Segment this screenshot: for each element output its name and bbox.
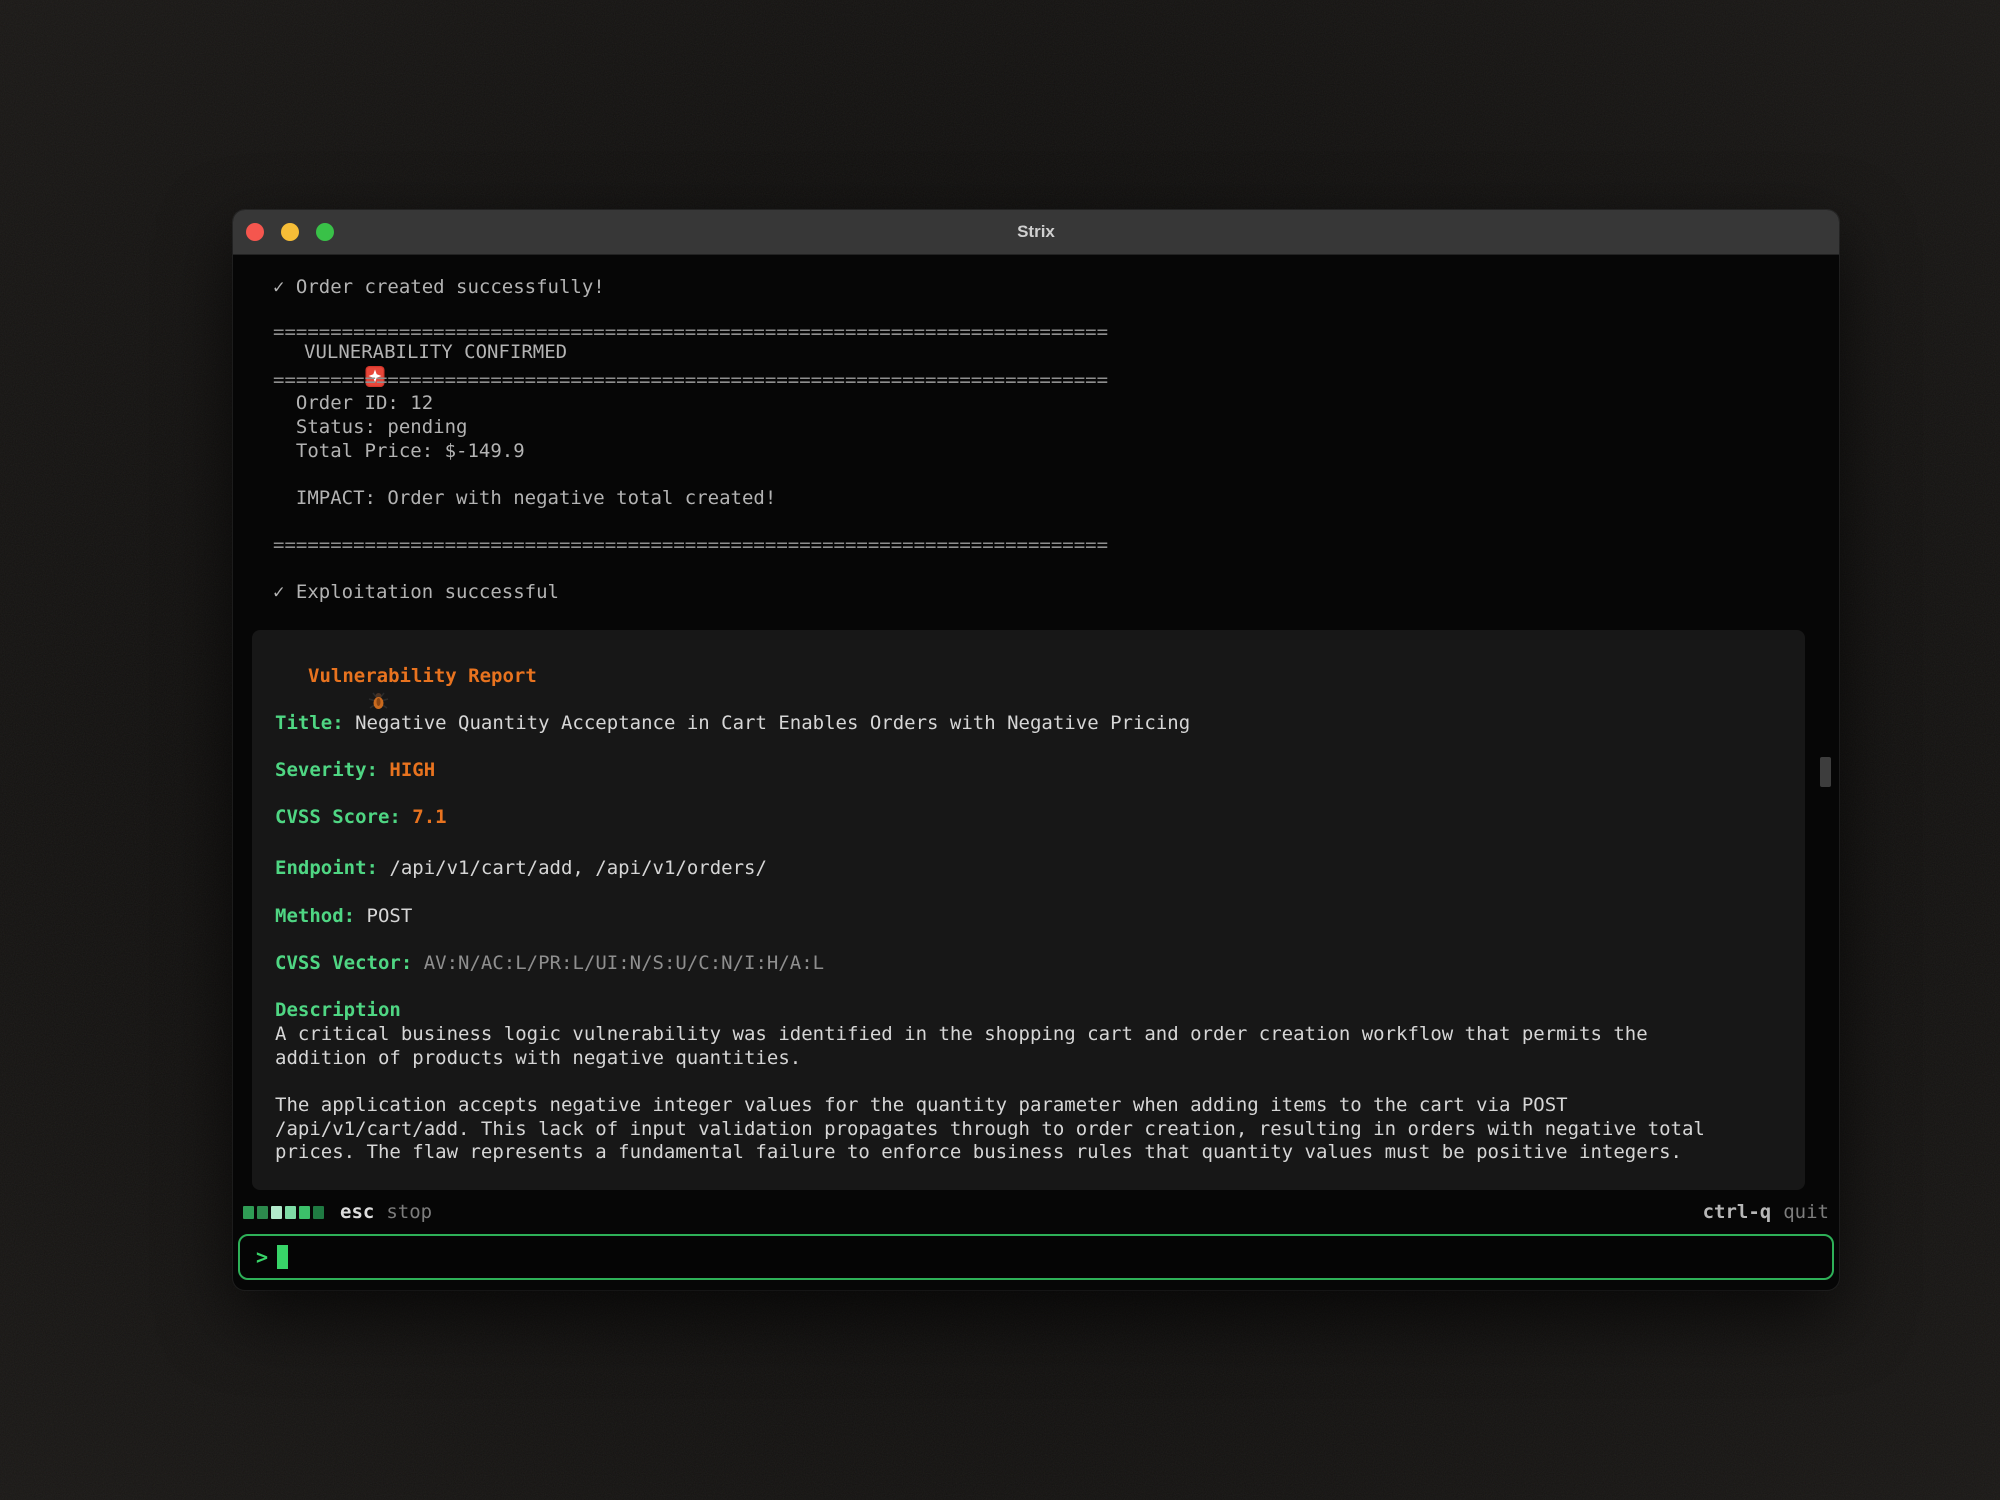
quit-key-hint[interactable]: ctrl-q [1703, 1201, 1772, 1223]
cvss-vector-label: CVSS Vector: [275, 952, 412, 974]
activity-spinner [243, 1206, 324, 1219]
separator-line: ========================================… [273, 533, 1108, 557]
esc-action-label: stop [386, 1201, 432, 1223]
report-header: Vulnerability Report [275, 664, 537, 688]
order-status-line: Status: pending [273, 415, 467, 439]
description-text: A critical business logic vulnerability … [275, 1022, 1648, 1046]
method-value: POST [367, 905, 413, 927]
report-title-row: Title: Negative Quantity Acceptance in C… [275, 711, 1190, 735]
description-text: addition of products with negative quant… [275, 1046, 801, 1070]
text-cursor [277, 1245, 288, 1269]
status-bar: esc stop ctrl-q quit [243, 1198, 1829, 1226]
quit-action-label: quit [1783, 1201, 1829, 1223]
impact-line: IMPACT: Order with negative total create… [273, 486, 776, 510]
spinner-dot [299, 1206, 310, 1219]
title-label: Title: [275, 712, 344, 734]
scrollbar-thumb[interactable] [1820, 757, 1831, 787]
prompt-symbol: > [256, 1245, 268, 1269]
siren-icon [273, 341, 293, 364]
method-label: Method: [275, 905, 355, 927]
report-cvss-score-row: CVSS Score: 7.1 [275, 805, 447, 829]
description-text: prices. The flaw represents a fundamenta… [275, 1140, 1682, 1164]
spinner-dot [313, 1206, 324, 1219]
cvss-score-label: CVSS Score: [275, 806, 401, 828]
endpoint-value: /api/v1/cart/add, /api/v1/orders/ [389, 857, 767, 879]
vulnerability-confirmed-line: VULNERABILITY CONFIRMED [273, 340, 567, 364]
endpoint-label: Endpoint: [275, 857, 378, 879]
spinner-dot [243, 1206, 254, 1219]
vulnerability-report-panel: Vulnerability Report Title: Negative Qua… [252, 630, 1805, 1190]
title-value: Negative Quantity Acceptance in Cart Ena… [355, 712, 1190, 734]
window-title: Strix [233, 210, 1839, 254]
spinner-dot [285, 1206, 296, 1219]
order-id-line: Order ID: 12 [273, 391, 433, 415]
report-endpoint-row: Endpoint: /api/v1/cart/add, /api/v1/orde… [275, 856, 767, 880]
description-text: The application accepts negative integer… [275, 1093, 1568, 1117]
order-success-line: ✓ Order created successfully! [273, 275, 605, 299]
report-method-row: Method: POST [275, 904, 412, 928]
report-severity-row: Severity: HIGH [275, 758, 435, 782]
vulnerability-confirmed-text: VULNERABILITY CONFIRMED [304, 340, 567, 364]
spinner-dot [257, 1206, 268, 1219]
description-text: /api/v1/cart/add. This lack of input val… [275, 1117, 1705, 1141]
report-header-text: Vulnerability Report [308, 664, 537, 688]
cvss-score-value: 7.1 [412, 806, 446, 828]
esc-key-hint[interactable]: esc [340, 1201, 374, 1223]
spider-icon [275, 665, 298, 688]
report-cvss-vector-row: CVSS Vector: AV:N/AC:L/PR:L/UI:N/S:U/C:N… [275, 951, 824, 975]
app-window: Strix ✓ Order created successfully! ====… [233, 210, 1839, 1290]
cvss-vector-value: AV:N/AC:L/PR:L/UI:N/S:U/C:N/I:H/A:L [424, 952, 824, 974]
severity-label: Severity: [275, 759, 378, 781]
description-heading: Description [275, 998, 401, 1022]
exploitation-success-line: ✓ Exploitation successful [273, 580, 559, 604]
titlebar: Strix [233, 210, 1839, 255]
spinner-dot [271, 1206, 282, 1219]
command-input[interactable]: > [238, 1234, 1834, 1280]
separator-line: ========================================… [273, 368, 1108, 392]
total-price-line: Total Price: $-149.9 [273, 439, 525, 463]
severity-value: HIGH [389, 759, 435, 781]
